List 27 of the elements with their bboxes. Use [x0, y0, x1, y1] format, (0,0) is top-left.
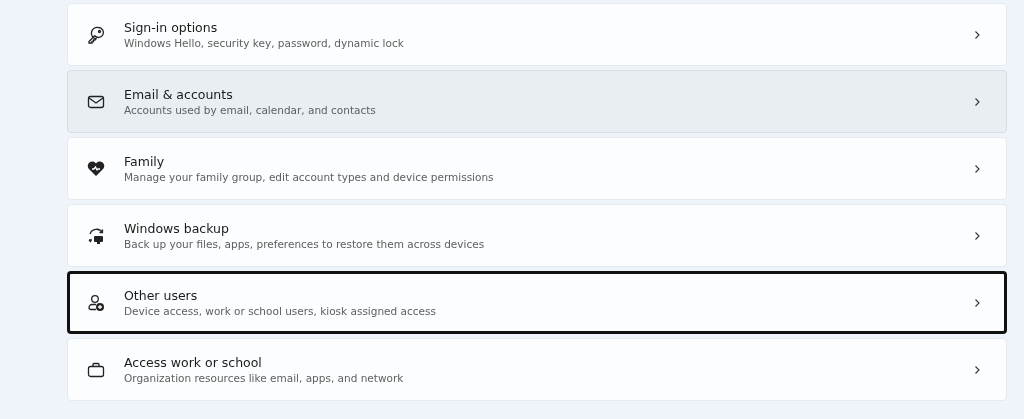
- row-description: Back up your files, apps, preferences to restore them across devices: [124, 238, 486, 250]
- row-title: Windows backup: [124, 221, 230, 236]
- settings-row[interactable]: Email & accounts Accounts used by email, calendar, and contacts: [67, 70, 1007, 133]
- settings-row[interactable]: Other users Device access, work or school users, kiosk assigned access: [67, 271, 1007, 334]
- chevron-icon: [972, 29, 982, 40]
- row-title: Access work or school: [124, 355, 263, 370]
- row-title: Family: [124, 154, 166, 169]
- row-description: Manage your family group, edit account types and device permissions: [124, 171, 495, 183]
- row-title: Email & accounts: [124, 87, 234, 102]
- chevron-icon: [972, 297, 982, 308]
- heart-icon: [86, 158, 106, 179]
- settings-row[interactable]: Windows backup Back up your files, apps, preferences to restore them across devices: [67, 204, 1007, 267]
- chevron-icon: [972, 96, 982, 107]
- row-description: Windows Hello, security key, password, dynamic lock: [124, 37, 405, 49]
- settings-row[interactable]: Access work or school Organization resources like email, apps, and network: [67, 338, 1007, 401]
- row-description: Accounts used by email, calendar, and contacts: [124, 104, 377, 116]
- chevron-icon: [972, 364, 982, 375]
- user-add-icon: [86, 292, 106, 313]
- settings-row[interactable]: Sign-in options Windows Hello, security key, password, dynamic lock: [67, 3, 1007, 66]
- row-title: Other users: [124, 288, 199, 303]
- key-icon: [86, 24, 106, 45]
- chevron-icon: [972, 230, 982, 241]
- row-description: Organization resources like email, apps, and network: [124, 372, 405, 384]
- chevron-icon: [972, 163, 982, 174]
- row-description: Device access, work or school users, kiosk assigned access: [124, 305, 437, 317]
- row-title: Sign-in options: [124, 20, 219, 35]
- settings-row[interactable]: Family Manage your family group, edit account types and device permissions: [67, 137, 1007, 200]
